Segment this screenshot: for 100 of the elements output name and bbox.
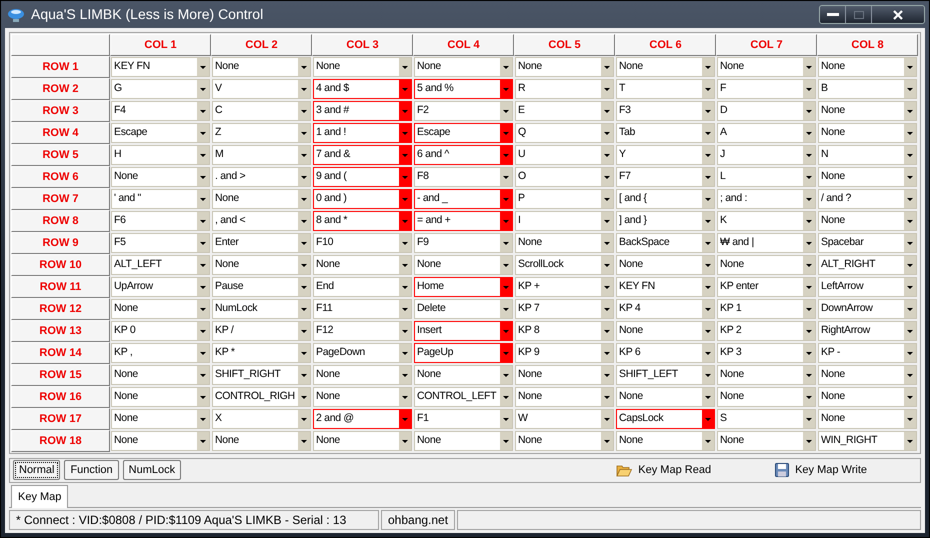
dropdown-button[interactable] <box>399 322 411 340</box>
dropdown-button[interactable] <box>904 410 916 428</box>
key-dropdown[interactable]: None <box>414 57 513 77</box>
dropdown-button[interactable] <box>601 124 613 142</box>
key-dropdown[interactable]: Pause <box>212 277 311 297</box>
dropdown-button[interactable] <box>803 146 815 164</box>
key-dropdown[interactable]: KP - <box>818 343 917 363</box>
dropdown-button[interactable] <box>298 322 310 340</box>
key-dropdown[interactable]: F5 <box>111 233 210 253</box>
key-dropdown[interactable]: None <box>414 255 513 275</box>
dropdown-button[interactable] <box>803 300 815 318</box>
key-dropdown[interactable]: Home <box>414 277 513 297</box>
key-dropdown[interactable]: Z <box>212 123 311 143</box>
key-dropdown[interactable]: KP 1 <box>717 299 816 319</box>
dropdown-button[interactable] <box>803 344 815 362</box>
key-dropdown[interactable]: BackSpace <box>616 233 715 253</box>
dropdown-button[interactable] <box>904 388 916 406</box>
dropdown-button[interactable] <box>500 168 512 186</box>
key-dropdown[interactable]: KP 8 <box>515 321 614 341</box>
key-dropdown[interactable]: Escape <box>111 123 210 143</box>
dropdown-button[interactable] <box>399 366 411 384</box>
dropdown-button[interactable] <box>197 102 209 120</box>
key-dropdown[interactable]: ' and " <box>111 189 210 209</box>
dropdown-button[interactable] <box>197 80 209 98</box>
mode-button[interactable]: NumLock <box>122 460 182 480</box>
dropdown-button[interactable] <box>197 278 209 296</box>
dropdown-button[interactable] <box>601 432 613 450</box>
dropdown-button[interactable] <box>298 124 310 142</box>
dropdown-button[interactable] <box>197 256 209 274</box>
key-dropdown[interactable]: - and _ <box>414 189 513 209</box>
key-dropdown[interactable]: G <box>111 79 210 99</box>
dropdown-button[interactable] <box>601 102 613 120</box>
dropdown-button[interactable] <box>702 256 714 274</box>
key-dropdown[interactable]: ScrollLock <box>515 255 614 275</box>
key-dropdown[interactable]: ] and } <box>616 211 715 231</box>
key-dropdown[interactable]: End <box>313 277 412 297</box>
dropdown-button[interactable] <box>197 168 209 186</box>
key-dropdown[interactable]: E <box>515 101 614 121</box>
dropdown-button[interactable] <box>298 168 310 186</box>
key-dropdown[interactable]: U <box>515 145 614 165</box>
key-dropdown[interactable]: D <box>717 101 816 121</box>
key-dropdown[interactable]: O <box>515 167 614 187</box>
dropdown-button[interactable] <box>298 300 310 318</box>
dropdown-button[interactable] <box>904 80 916 98</box>
key-dropdown[interactable]: None <box>212 255 311 275</box>
key-dropdown[interactable]: None <box>616 255 715 275</box>
key-dropdown[interactable]: None <box>313 57 412 77</box>
key-dropdown[interactable]: R <box>515 79 614 99</box>
dropdown-button[interactable] <box>500 102 512 120</box>
key-dropdown[interactable]: Insert <box>414 321 513 341</box>
key-dropdown[interactable]: None <box>717 57 816 77</box>
key-dropdown[interactable]: KP 0 <box>111 321 210 341</box>
key-dropdown[interactable]: LeftArrow <box>818 277 917 297</box>
dropdown-button[interactable] <box>803 212 815 230</box>
dropdown-button[interactable] <box>601 190 613 208</box>
key-dropdown[interactable]: J <box>717 145 816 165</box>
key-dropdown[interactable]: F2 <box>414 101 513 121</box>
key-dropdown[interactable]: None <box>111 387 210 407</box>
dropdown-button[interactable] <box>197 190 209 208</box>
key-dropdown[interactable]: None <box>515 365 614 385</box>
key-dropdown[interactable]: CapsLock <box>616 409 715 429</box>
dropdown-button[interactable] <box>904 300 916 318</box>
key-dropdown[interactable]: None <box>818 167 917 187</box>
key-dropdown[interactable]: None <box>717 255 816 275</box>
dropdown-button[interactable] <box>197 58 209 76</box>
key-dropdown[interactable]: WIN_RIGHT <box>818 431 917 451</box>
dropdown-button[interactable] <box>803 366 815 384</box>
key-dropdown[interactable]: KP 3 <box>717 343 816 363</box>
key-dropdown[interactable]: W <box>515 409 614 429</box>
key-dropdown[interactable]: F8 <box>414 167 513 187</box>
dropdown-button[interactable] <box>197 432 209 450</box>
key-dropdown[interactable]: None <box>212 57 311 77</box>
key-dropdown[interactable]: Enter <box>212 233 311 253</box>
key-dropdown[interactable]: None <box>111 299 210 319</box>
key-dropdown[interactable]: KP 7 <box>515 299 614 319</box>
key-dropdown[interactable]: None <box>515 57 614 77</box>
action-button[interactable]: Key Map Read <box>616 462 712 478</box>
key-dropdown[interactable]: 3 and # <box>313 101 412 121</box>
dropdown-button[interactable] <box>904 146 916 164</box>
dropdown-button[interactable] <box>399 234 411 252</box>
key-dropdown[interactable]: V <box>212 79 311 99</box>
dropdown-button[interactable] <box>601 168 613 186</box>
key-dropdown[interactable]: None <box>818 409 917 429</box>
dropdown-button[interactable] <box>702 432 714 450</box>
key-dropdown[interactable]: F4 <box>111 101 210 121</box>
key-dropdown[interactable]: PageDown <box>313 343 412 363</box>
dropdown-button[interactable] <box>904 58 916 76</box>
dropdown-button[interactable] <box>298 146 310 164</box>
dropdown-button[interactable] <box>803 124 815 142</box>
key-dropdown[interactable]: F9 <box>414 233 513 253</box>
minimize-button[interactable] <box>820 6 846 23</box>
dropdown-button[interactable] <box>601 344 613 362</box>
key-dropdown[interactable]: A <box>717 123 816 143</box>
dropdown-button[interactable] <box>399 58 411 76</box>
key-dropdown[interactable]: KP 4 <box>616 299 715 319</box>
key-dropdown[interactable]: KP 2 <box>717 321 816 341</box>
key-dropdown[interactable]: 8 and * <box>313 211 412 231</box>
dropdown-button[interactable] <box>298 344 310 362</box>
key-dropdown[interactable]: 1 and ! <box>313 123 412 143</box>
dropdown-button[interactable] <box>803 190 815 208</box>
